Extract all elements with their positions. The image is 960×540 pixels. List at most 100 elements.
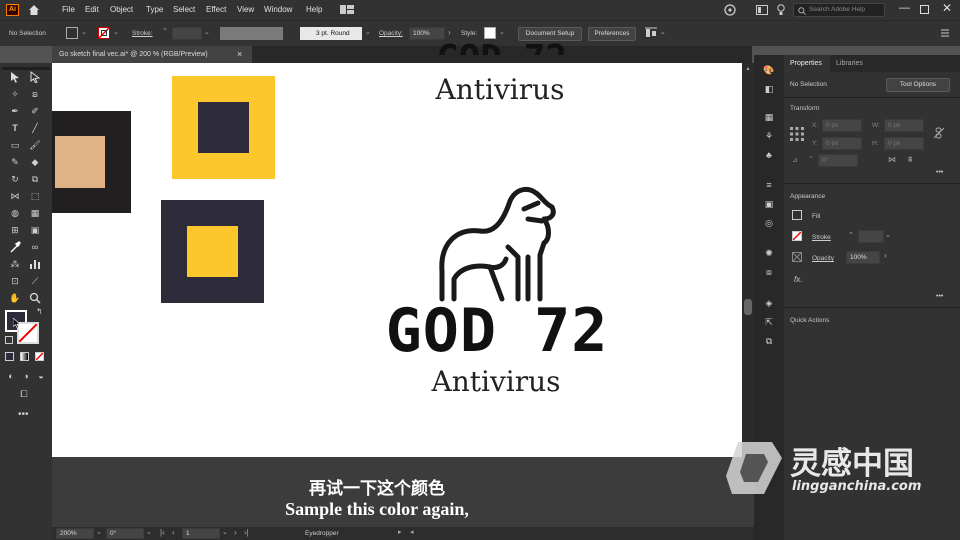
variable-width-profile[interactable] xyxy=(220,27,283,40)
previous-artboard-button[interactable]: ‹ xyxy=(172,528,175,537)
opacity-label[interactable]: Opacity: xyxy=(379,30,403,37)
align-chevron-icon[interactable]: ⌄ xyxy=(660,28,666,36)
eraser-tool-icon[interactable]: ◆ xyxy=(29,156,41,168)
flip-vertical-icon[interactable]: ⩩ xyxy=(908,155,912,165)
stroke-weight-panel-stepper[interactable]: ⌃ xyxy=(848,231,854,239)
direct-selection-tool-icon[interactable] xyxy=(29,71,41,84)
menu-effect[interactable]: Effect xyxy=(206,5,226,14)
brush-definition-select[interactable]: 3 pt. Round xyxy=(300,27,362,40)
document-setup-button[interactable]: Document Setup xyxy=(518,27,582,41)
appearance-fill-swatch[interactable] xyxy=(792,210,802,220)
tab-libraries[interactable]: Libraries xyxy=(836,57,863,71)
x-input[interactable]: 0 px xyxy=(822,119,862,132)
zoom-tool-icon[interactable] xyxy=(29,292,41,304)
scale-tool-icon[interactable]: ⧉ xyxy=(29,173,41,185)
first-artboard-button[interactable]: |‹ xyxy=(160,528,165,537)
swatches-panel-icon[interactable]: ▦ xyxy=(763,111,775,123)
opacity-arrow-icon[interactable]: › xyxy=(448,28,451,37)
menu-help[interactable]: Help xyxy=(306,5,322,14)
tool-options-button[interactable]: Tool Options xyxy=(886,78,950,92)
gradient-mode-icon[interactable] xyxy=(20,352,29,361)
swap-fill-stroke-icon[interactable]: ↰ xyxy=(36,307,43,316)
shaper-tool-icon[interactable]: ✎ xyxy=(9,156,21,168)
artboards-panel-icon[interactable]: ⧉ xyxy=(763,335,775,347)
type-tool-icon[interactable]: T xyxy=(9,122,21,134)
tan-square-art[interactable] xyxy=(55,136,105,188)
graphic-style-swatch[interactable] xyxy=(484,27,496,39)
appearance-opacity-input[interactable]: 100% xyxy=(846,251,880,264)
navy-inner-square-art[interactable] xyxy=(198,102,249,153)
appearance-stroke-label[interactable]: Stroke xyxy=(812,234,831,241)
color-panel-icon[interactable]: 🎨 xyxy=(763,64,775,76)
stroke-weight-input[interactable] xyxy=(172,27,202,40)
y-input[interactable]: 0 px xyxy=(822,137,862,150)
curvature-tool-icon[interactable]: ✐ xyxy=(29,105,41,117)
none-mode-icon[interactable] xyxy=(35,352,44,361)
color-guide-icon[interactable]: ◧ xyxy=(763,83,775,95)
opacity-input[interactable]: 100% xyxy=(409,27,445,40)
transparency-panel-icon[interactable]: ◎ xyxy=(763,217,775,229)
maximize-button[interactable] xyxy=(920,5,929,14)
zoom-level-input[interactable]: 200% xyxy=(56,528,94,539)
yellow-inner-square-art[interactable] xyxy=(187,226,238,277)
symbols-panel-icon[interactable]: ♣ xyxy=(763,149,775,161)
appearance-opacity-label[interactable]: Opacity xyxy=(812,255,834,262)
menu-file[interactable]: File xyxy=(62,5,75,14)
appearance-opacity-arrow-icon[interactable]: › xyxy=(884,251,887,260)
column-graph-tool-icon[interactable] xyxy=(29,258,41,270)
edit-toolbar-icon[interactable]: ••• xyxy=(18,409,29,420)
document-tab[interactable]: Go sketch final vec.ai* @ 200 % (RGB/Pre… xyxy=(52,46,252,63)
align-icon[interactable] xyxy=(645,27,657,39)
stroke-weight-panel-input[interactable] xyxy=(858,230,884,243)
rotation-input[interactable]: 0° xyxy=(106,528,144,539)
graphic-styles-panel-icon[interactable]: ⧈ xyxy=(763,266,775,278)
menu-select[interactable]: Select xyxy=(173,5,195,14)
minimize-button[interactable]: — xyxy=(899,2,910,14)
discover-icon[interactable] xyxy=(724,4,736,16)
rectangle-tool-icon[interactable]: ▭ xyxy=(9,139,21,151)
pen-tool-icon[interactable]: ✒ xyxy=(9,105,21,117)
menu-window[interactable]: Window xyxy=(264,5,292,14)
arrange-documents-icon[interactable] xyxy=(340,5,354,14)
artboard-number-input[interactable]: 1 xyxy=(182,528,220,539)
brushes-panel-icon[interactable]: ⚘ xyxy=(763,130,775,142)
paintbrush-tool-icon[interactable]: 🖌 xyxy=(29,139,41,151)
artboard-chevron-icon[interactable]: ⌄ xyxy=(222,528,228,536)
status-menu-arrow-icon[interactable]: ▸ xyxy=(398,528,402,536)
menu-type[interactable]: Type xyxy=(146,5,163,14)
blend-tool-icon[interactable]: ∞ xyxy=(29,241,41,253)
width-tool-icon[interactable]: ⋈ xyxy=(9,190,21,202)
mesh-tool-icon[interactable]: ⊞ xyxy=(9,224,21,236)
flip-horizontal-icon[interactable]: ⋈ xyxy=(888,155,896,164)
artboard-canvas[interactable]: GOD 72 Antivirus GOD 72 Antivirus xyxy=(52,41,742,457)
stroke-label[interactable]: Stroke: xyxy=(132,30,153,37)
toolbar-grip[interactable] xyxy=(2,67,50,70)
h-input[interactable]: 0 px xyxy=(884,137,924,150)
line-segment-tool-icon[interactable]: ╱ xyxy=(29,122,41,134)
stroke-panel-icon[interactable]: ≡ xyxy=(763,179,775,191)
angle-input[interactable]: 0° xyxy=(818,154,858,167)
draw-normal-icon[interactable]: ◐ xyxy=(5,370,17,382)
lightbulb-icon[interactable] xyxy=(777,4,785,16)
w-input[interactable]: 0 px xyxy=(884,119,924,132)
home-icon[interactable] xyxy=(28,4,40,16)
eyedropper-tool-icon[interactable] xyxy=(9,241,21,253)
transform-more-options[interactable]: ••• xyxy=(936,169,943,176)
help-search-input[interactable]: Search Adobe Help xyxy=(793,3,885,17)
gorilla-logo-icon[interactable] xyxy=(432,183,562,303)
draw-behind-icon[interactable]: ◑ xyxy=(20,370,32,382)
menu-view[interactable]: View xyxy=(237,5,254,14)
rotation-chevron-icon[interactable]: ⌄ xyxy=(146,528,152,536)
export-panel-icon[interactable]: ⇱ xyxy=(763,316,775,328)
reference-point-icon[interactable] xyxy=(790,127,804,141)
panel-menu-icon[interactable] xyxy=(940,28,950,38)
magic-wand-tool-icon[interactable]: ✧ xyxy=(9,88,21,100)
draw-inside-icon[interactable]: ◒ xyxy=(35,370,47,382)
preferences-button[interactable]: Preferences xyxy=(588,27,636,41)
brush-chevron-icon[interactable]: ⌄ xyxy=(365,28,371,36)
artboard-tool-icon[interactable]: ⊡ xyxy=(9,275,21,287)
logo-tagline[interactable]: Antivirus xyxy=(396,365,596,398)
menu-edit[interactable]: Edit xyxy=(85,5,99,14)
appearance-more-options[interactable]: ••• xyxy=(936,293,943,300)
stroke-dropdown-chevron-icon[interactable]: ⌄ xyxy=(113,28,119,36)
